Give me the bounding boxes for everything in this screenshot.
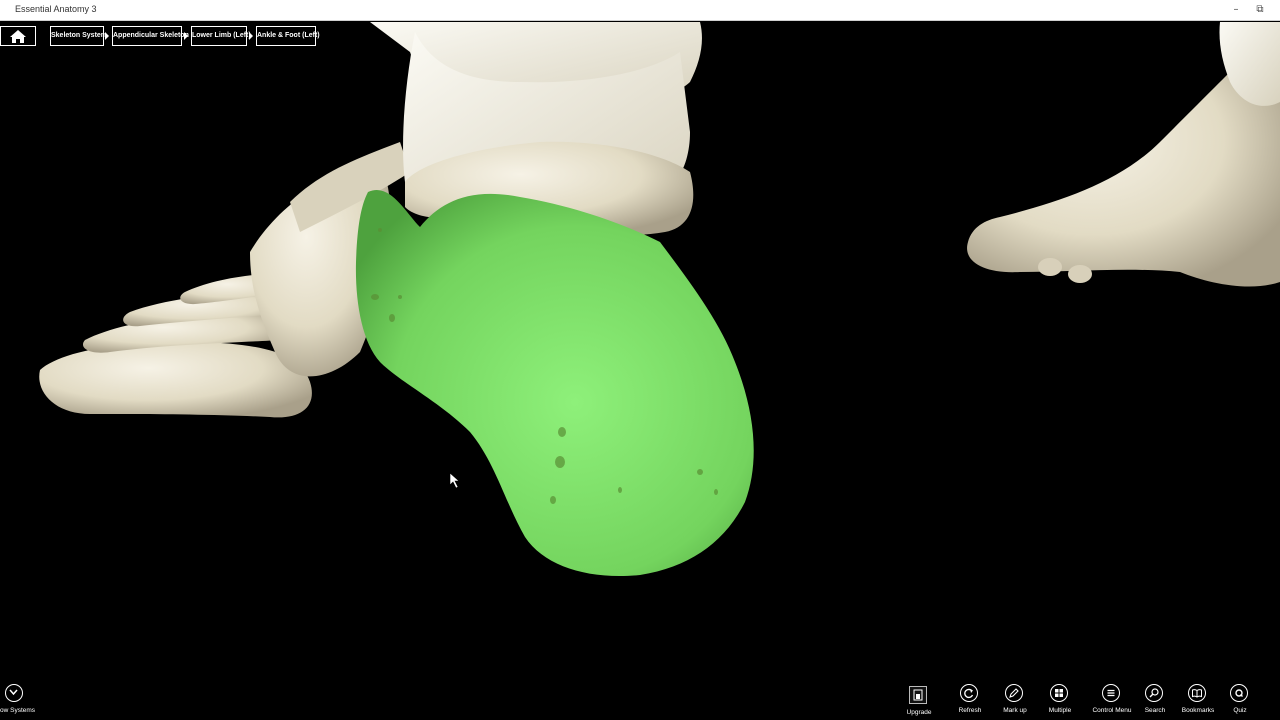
home-button[interactable] [0, 26, 36, 46]
minimize-icon[interactable]: – [1226, 2, 1246, 18]
chevron-down-icon [5, 684, 23, 702]
quiz-button[interactable]: Quiz [1212, 684, 1268, 720]
book-icon [1188, 684, 1206, 702]
upgrade-icon [909, 686, 927, 704]
anatomy-viewport[interactable] [0, 22, 1280, 682]
show-systems-button[interactable]: ow Systems [0, 684, 50, 720]
show-systems-label: ow Systems [0, 707, 36, 714]
app-title: Essential Anatomy 3 [15, 4, 97, 14]
grid-icon [1050, 684, 1068, 702]
breadcrumb-ankle-foot[interactable]: Ankle & Foot (Left) [256, 26, 320, 46]
search-icon [1145, 684, 1163, 702]
breadcrumb-appendicular-skeleton[interactable]: Appendicular Skeleton [112, 26, 189, 46]
quiz-label: Quiz [1233, 707, 1247, 714]
quiz-icon [1230, 684, 1248, 702]
calcaneus-highlight[interactable] [355, 190, 754, 577]
breadcrumb-separator [105, 32, 109, 40]
breadcrumb-separator [184, 32, 188, 40]
multiple-button[interactable]: Multiple [1032, 684, 1088, 720]
title-bar: Essential Anatomy 3 – ⧉ [0, 0, 1280, 21]
mouse-cursor [449, 472, 460, 489]
menu-icon [1102, 684, 1120, 702]
left-foot-bones[interactable] [39, 142, 410, 418]
upgrade-label: Upgrade [906, 709, 932, 716]
right-foot-bones[interactable] [967, 22, 1280, 287]
multiple-label: Multiple [1048, 707, 1072, 714]
breadcrumb-skeleton-system[interactable]: Skeleton System [50, 26, 107, 46]
pencil-icon [1005, 684, 1023, 702]
refresh-icon [960, 684, 978, 702]
breadcrumb-lower-limb[interactable]: Lower Limb (Left) [191, 26, 251, 46]
breadcrumb-separator [249, 32, 253, 40]
restore-icon[interactable]: ⧉ [1250, 2, 1270, 18]
upgrade-button[interactable]: Upgrade [906, 684, 932, 720]
home-icon [10, 30, 26, 43]
